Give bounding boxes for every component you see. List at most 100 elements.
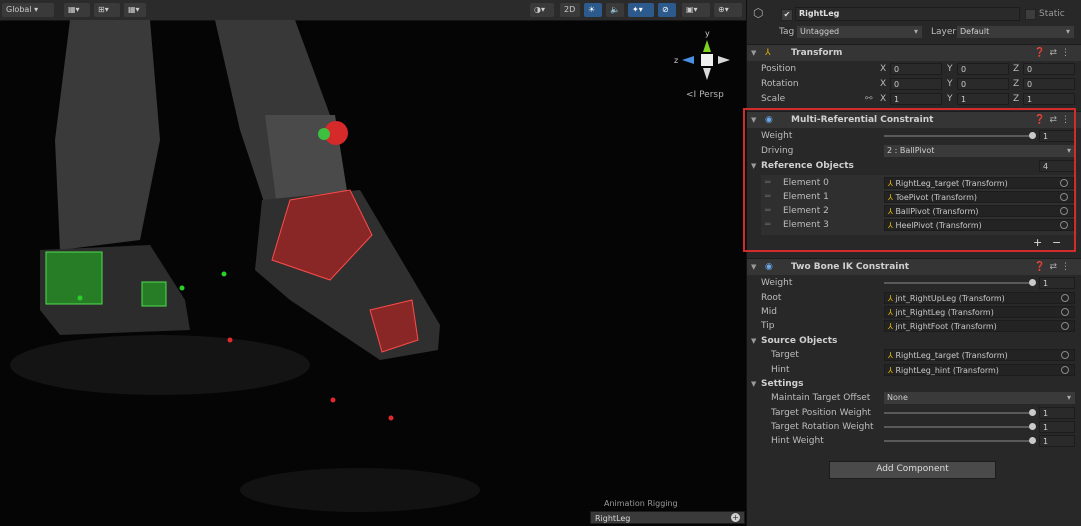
target-rotation-weight-field[interactable]: 1 (1039, 421, 1075, 433)
active-checkbox[interactable]: ✔ (781, 9, 793, 21)
projection-toggle[interactable]: <I Persp (686, 90, 724, 100)
object-picker-icon[interactable] (1061, 322, 1069, 330)
reference-count-field[interactable]: 4 (1039, 160, 1075, 172)
drag-handle-icon[interactable]: ═ (765, 204, 770, 218)
twod-toggle[interactable]: 2D (560, 3, 580, 17)
drag-handle-icon[interactable]: ═ (765, 176, 770, 190)
add-element-button[interactable]: + (1033, 236, 1042, 250)
scene-view[interactable]: Global ▾ ▦▾ ⊞▾ ▦▾ ◑▾ 2D ☀ 🔈 ✦▾ ⊘ ▣▾ ⊕▾ y… (0, 0, 746, 526)
scale-x-field[interactable]: 1 (890, 93, 942, 105)
component-menu-icons[interactable]: ❓⇄⋮ (1034, 45, 1074, 61)
slider-track[interactable] (884, 440, 1032, 442)
list-item[interactable]: ═ Element 3 ⅄ HeelPivot (Transform) (761, 218, 1077, 232)
slider-knob[interactable] (1029, 423, 1036, 430)
settings-row[interactable]: ▼ Settings (747, 377, 1081, 391)
pivot-dot-red-2[interactable] (330, 397, 336, 403)
weight-value-field[interactable]: 1 (1039, 130, 1075, 142)
list-item[interactable]: ═ Element 0 ⅄ RightLeg_target (Transform… (761, 176, 1077, 190)
fold-arrow-icon[interactable]: ▼ (751, 45, 756, 61)
rotation-x-field[interactable]: 0 (890, 78, 942, 90)
fold-arrow-icon[interactable]: ▼ (751, 377, 756, 391)
rotation-y-field[interactable]: 0 (957, 78, 1009, 90)
list-item[interactable]: ═ Element 2 ⅄ BallPivot (Transform) (761, 204, 1077, 218)
layer-dropdown[interactable]: Default (957, 26, 1074, 38)
animation-rigging-overlay[interactable]: Animation Rigging RightLeg + (590, 498, 745, 526)
target-object-field[interactable]: ⅄ RightLeg_target (Transform) (884, 349, 1075, 361)
weight-slider-knob[interactable] (1029, 132, 1036, 139)
pivot-dot-red-3[interactable] (388, 415, 394, 421)
source-objects-row[interactable]: ▼ Source Objects (747, 334, 1081, 348)
hint-object-field[interactable]: ⅄ RightLeg_hint (Transform) (884, 364, 1075, 376)
reference-objects-row[interactable]: ▼ Reference Objects 4 (747, 159, 1081, 173)
element-object-field[interactable]: ⅄ RightLeg_target (Transform) (884, 177, 1074, 189)
mid-object-field[interactable]: ⅄ jnt_RightLeg (Transform) (884, 306, 1075, 318)
maintain-target-offset-dropdown[interactable]: None (884, 392, 1075, 404)
tag-dropdown[interactable]: Untagged (797, 26, 922, 38)
gizmos-button[interactable]: ⊕▾ (714, 3, 742, 17)
fold-arrow-icon[interactable]: ▼ (751, 112, 756, 128)
overlay-rig-field[interactable]: RightLeg + (590, 511, 745, 524)
camera-settings-icon[interactable]: ▣▾ (682, 3, 710, 17)
pivot-dot-green-3[interactable] (77, 295, 83, 301)
position-y-field[interactable]: 0 (957, 63, 1009, 75)
transform-header[interactable]: ▼ ⅄ Transform ❓⇄⋮ (747, 44, 1081, 61)
position-x-field[interactable]: 0 (890, 63, 942, 75)
weight-value-field[interactable]: 1 (1039, 277, 1075, 289)
object-picker-icon[interactable] (1060, 193, 1068, 201)
fold-arrow-icon[interactable]: ▼ (751, 334, 756, 348)
gizmo-z-axis-icon[interactable] (682, 56, 694, 64)
root-object-field[interactable]: ⅄ jnt_RightUpLeg (Transform) (884, 292, 1075, 304)
add-component-button[interactable]: Add Component (829, 461, 996, 479)
gizmo-center-cube[interactable] (701, 54, 713, 66)
object-picker-icon[interactable] (1061, 294, 1069, 302)
object-name-field[interactable]: RightLeg (795, 7, 1020, 21)
orientation-gizmo[interactable]: y z (672, 26, 732, 86)
audio-toggle-icon[interactable]: 🔈 (606, 3, 624, 17)
pivot-dot-green-2[interactable] (179, 285, 185, 291)
drag-handle-icon[interactable]: ═ (765, 190, 770, 204)
snap-increment-button[interactable]: ⊞▾ (94, 3, 120, 17)
scale-z-field[interactable]: 1 (1023, 93, 1075, 105)
pivot-dot-green-1[interactable] (221, 271, 227, 277)
overlay-add-icon[interactable]: + (731, 513, 740, 522)
fold-arrow-icon[interactable]: ▼ (751, 259, 756, 275)
slider-track[interactable] (884, 412, 1032, 414)
object-picker-icon[interactable] (1061, 351, 1069, 359)
driving-dropdown[interactable]: 2 : BallPivot (884, 145, 1075, 157)
effects-toggle-icon[interactable]: ✦▾ (628, 3, 654, 17)
hint-weight-field[interactable]: 1 (1039, 435, 1075, 447)
hidden-objects-toggle-icon[interactable]: ⊘ (658, 3, 676, 17)
link-icon[interactable]: ⚯ (865, 92, 873, 106)
object-picker-icon[interactable] (1060, 207, 1068, 215)
element-object-field[interactable]: ⅄ HeelPivot (Transform) (884, 219, 1074, 231)
object-picker-icon[interactable] (1061, 308, 1069, 316)
component-menu-icons[interactable]: ❓⇄⋮ (1034, 112, 1074, 128)
object-picker-icon[interactable] (1060, 221, 1068, 229)
weight-slider-track[interactable] (884, 135, 1032, 137)
grid-toggle-button[interactable]: ▦▾ (124, 3, 146, 17)
slider-track[interactable] (884, 426, 1032, 428)
shading-mode-button[interactable]: ◑▾ (530, 3, 554, 17)
weight-slider-knob[interactable] (1029, 279, 1036, 286)
lighting-toggle-icon[interactable]: ☀ (584, 3, 602, 17)
position-z-field[interactable]: 0 (1023, 63, 1075, 75)
scale-y-field[interactable]: 1 (957, 93, 1009, 105)
two-bone-header[interactable]: ▼ ◉ Two Bone IK Constraint ❓⇄⋮ (747, 258, 1081, 275)
target-position-weight-field[interactable]: 1 (1039, 407, 1075, 419)
static-checkbox[interactable] (1025, 9, 1036, 20)
slider-knob[interactable] (1029, 409, 1036, 416)
element-object-field[interactable]: ⅄ ToePivot (Transform) (884, 191, 1074, 203)
fold-arrow-icon[interactable]: ▼ (751, 159, 756, 173)
component-menu-icons[interactable]: ❓⇄⋮ (1034, 259, 1074, 275)
grid-snap-button[interactable]: ▦▾ (64, 3, 90, 17)
gizmo-neg-y-icon[interactable] (703, 68, 711, 80)
ankle-hint-handle[interactable] (318, 128, 330, 140)
gizmo-y-axis-icon[interactable] (703, 40, 711, 52)
remove-element-button[interactable]: − (1052, 236, 1061, 250)
slider-knob[interactable] (1029, 437, 1036, 444)
global-dropdown[interactable]: Global ▾ (2, 3, 54, 17)
list-item[interactable]: ═ Element 1 ⅄ ToePivot (Transform) (761, 190, 1077, 204)
object-picker-icon[interactable] (1061, 366, 1069, 374)
object-picker-icon[interactable] (1060, 179, 1068, 187)
rotation-z-field[interactable]: 0 (1023, 78, 1075, 90)
